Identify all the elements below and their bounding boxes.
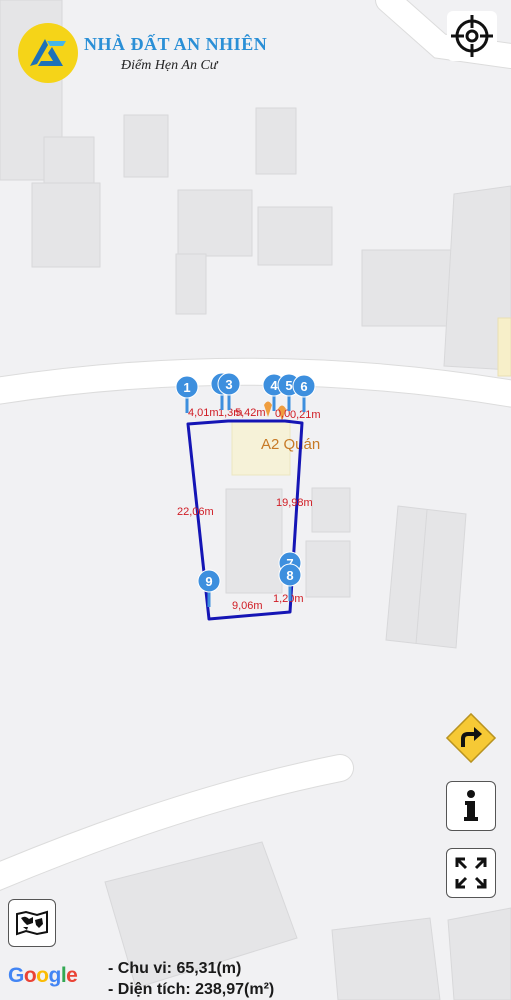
google-letter: o xyxy=(23,964,37,987)
marker-number: 4 xyxy=(270,378,278,393)
poi-label[interactable]: A2 Quán xyxy=(261,436,320,453)
dimension-label: 22,06m xyxy=(177,506,214,518)
map-layers-button[interactable] xyxy=(8,899,56,947)
directions-button[interactable] xyxy=(445,712,497,764)
expand-icon xyxy=(455,857,487,889)
dimension-label: 19,98m xyxy=(276,497,313,509)
parcel-stats: - Chu vi: 65,31(m) - Diện tích: 238,97(m… xyxy=(108,958,274,1000)
map-canvas[interactable]: A2 Quán 4,01m 1,3m 5,42m 0,0 0,21m 22,06… xyxy=(0,0,511,1000)
dimension-label: 1,20m xyxy=(273,593,304,605)
brand-name: NHÀ ĐẤT AN NHIÊN xyxy=(84,34,268,54)
perimeter-text: - Chu vi: 65,31(m) xyxy=(108,960,242,977)
marker-number: 8 xyxy=(286,568,293,583)
info-icon xyxy=(464,790,478,821)
map-layers-icon xyxy=(16,910,48,936)
google-letter: o xyxy=(36,964,49,987)
google-letter: g xyxy=(48,964,62,987)
area-text: - Diện tích: 238,97(m²) xyxy=(108,981,275,998)
brand-slogan: Điểm Hẹn An Cư xyxy=(121,58,218,73)
dimension-label: 9,06m xyxy=(232,600,263,612)
marker-number: 5 xyxy=(285,378,292,393)
marker-number: 9 xyxy=(205,574,212,589)
logo-emblem xyxy=(18,23,78,83)
brand-logo: NHÀ ĐẤT AN NHIÊN Điểm Hẹn An Cư xyxy=(18,23,267,83)
crosshair-icon xyxy=(451,15,493,57)
marker-number: 1 xyxy=(183,380,190,395)
dimension-label: 5,42m xyxy=(235,407,266,419)
locate-button[interactable] xyxy=(447,11,497,61)
google-letter: G xyxy=(8,964,24,987)
info-button[interactable] xyxy=(446,781,496,831)
marker-number: 6 xyxy=(300,379,307,394)
logo-triangle-icon xyxy=(30,39,66,66)
google-letter: e xyxy=(66,964,78,987)
marker-number: 3 xyxy=(225,377,232,392)
turn-right-sign-icon xyxy=(445,712,497,764)
dimension-label: 4,01m xyxy=(188,407,219,419)
fullscreen-button[interactable] xyxy=(446,848,496,898)
google-attribution: Google xyxy=(8,964,78,988)
